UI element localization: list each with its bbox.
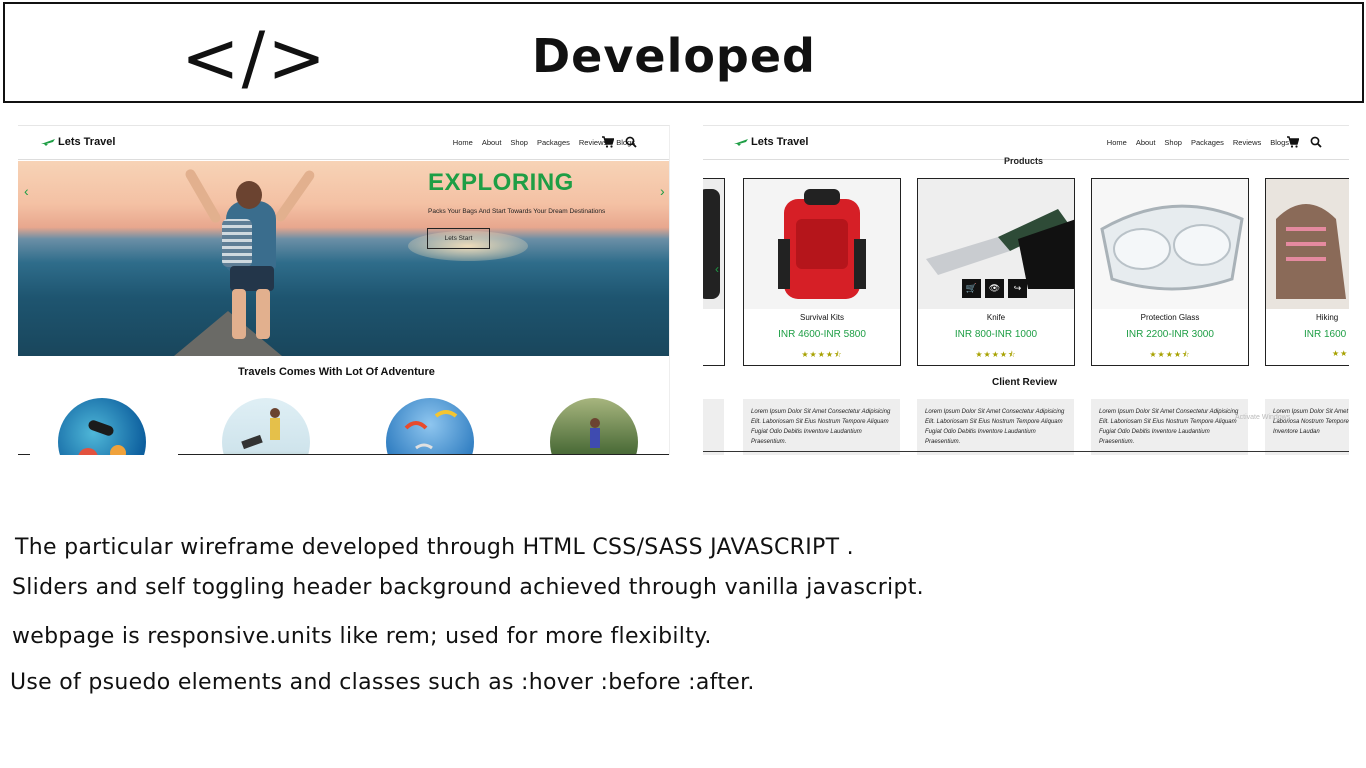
description-line-1: The particular wireframe developed throu… xyxy=(15,535,854,560)
product-card[interactable]: 🛒 👁 ↪ Knife INR 800-INR 1000 ★★★★⯪ xyxy=(917,178,1075,366)
slider-prev-icon[interactable]: ‹ xyxy=(24,183,29,199)
activate-windows-watermark: Activate Windows xyxy=(1235,414,1291,421)
share-icon[interactable]: ↪ xyxy=(1008,279,1027,298)
product-slider-prev-icon[interactable]: ‹ xyxy=(715,262,719,276)
client-review-title: Client Review xyxy=(992,377,1058,388)
slider-next-icon[interactable]: › xyxy=(660,183,665,199)
nav-about[interactable]: About xyxy=(482,138,502,147)
product-card[interactable] xyxy=(703,178,725,366)
main-nav: Home About Shop Packages Reviews Blogs xyxy=(1107,138,1289,147)
review-card: Lorem Ipsum Dolor Sit Amet Consectetur A… xyxy=(743,399,900,455)
product-rating: ★★★★⯪ xyxy=(801,350,843,359)
hero-title: EXPLORING xyxy=(428,169,574,196)
product-price: INR 4600-INR 5800 xyxy=(778,329,866,340)
product-image: 🛒 👁 ↪ xyxy=(918,179,1074,309)
product-name: Knife xyxy=(986,313,1006,322)
plane-icon xyxy=(734,139,748,146)
view-icon[interactable]: 👁 xyxy=(985,279,1004,298)
description-line-4: Use of psuedo elements and classes such … xyxy=(10,670,755,695)
cart-icon[interactable] xyxy=(1287,136,1299,148)
product-price: INR 800-INR 1000 xyxy=(954,329,1038,340)
hero-slider: ‹ › EXPLORING Packs Your Bags And Start … xyxy=(18,161,669,356)
lets-start-button[interactable]: Lets Start xyxy=(427,228,490,249)
product-card[interactable]: Hiking INR 1600 ★★ xyxy=(1265,178,1349,366)
product-rating: ★★ xyxy=(1332,349,1349,358)
product-rating: ★★★★⯪ xyxy=(1149,350,1191,359)
nav-home[interactable]: Home xyxy=(1107,138,1127,147)
cliff-jump-image[interactable] xyxy=(222,398,310,455)
product-image xyxy=(1092,179,1248,309)
site-logo-text: Lets Travel xyxy=(751,136,809,148)
shop-screenshot: Lets Travel Home About Shop Packages Rev… xyxy=(703,125,1349,455)
code-icon: </> xyxy=(181,17,328,99)
description-line-2: Sliders and self toggling header backgro… xyxy=(12,575,924,600)
review-card: Lorem Ipsum Dolor Sit Amet Consectetur A… xyxy=(917,399,1074,455)
nav-reviews[interactable]: Reviews xyxy=(1233,138,1261,147)
review-card: Lorem Ipsum Dolor Sit Amet Consectetur A… xyxy=(1091,399,1248,455)
product-name: Protection Glass xyxy=(1140,313,1200,322)
product-card[interactable]: Survival Kits INR 4600-INR 5800 ★★★★⯪ xyxy=(743,178,901,366)
site-logo[interactable]: Lets Travel xyxy=(733,136,808,148)
description-line-3: webpage is responsive.units like rem; us… xyxy=(12,624,712,649)
cart-icon[interactable] xyxy=(602,136,614,148)
site-header: Lets Travel Home About Shop Packages Rev… xyxy=(18,126,669,160)
product-actions: 🛒 👁 ↪ xyxy=(962,279,1027,298)
homepage-screenshot: Lets Travel Home About Shop Packages Rev… xyxy=(18,125,670,455)
hiking-image[interactable] xyxy=(550,398,638,455)
product-image xyxy=(1266,179,1349,309)
pier-image xyxy=(168,311,288,356)
product-name: Survival Kits xyxy=(799,313,844,322)
product-price: INR 2200-INR 3000 xyxy=(1126,329,1214,340)
review-card: Lorem Ipsum Dolor Sit Amet Adipisicing E… xyxy=(1265,399,1349,455)
search-icon[interactable] xyxy=(625,136,637,148)
scuba-diving-image[interactable] xyxy=(58,398,146,455)
nav-packages[interactable]: Packages xyxy=(537,138,570,147)
hero-subtitle: Packs Your Bags And Start Towards Your D… xyxy=(428,208,606,215)
site-logo[interactable]: Lets Travel xyxy=(40,136,115,148)
product-image xyxy=(703,179,724,309)
nav-shop[interactable]: Shop xyxy=(1164,138,1182,147)
site-logo-text: Lets Travel xyxy=(58,136,116,148)
title-banner: </> Developed xyxy=(3,2,1364,103)
adventure-section-title: Travels Comes With Lot Of Adventure xyxy=(238,366,435,378)
product-rating: ★★★★⯪ xyxy=(975,350,1017,359)
add-to-cart-icon[interactable]: 🛒 xyxy=(962,279,981,298)
nav-about[interactable]: About xyxy=(1136,138,1156,147)
products-section-title: Products xyxy=(1004,156,1044,166)
nav-packages[interactable]: Packages xyxy=(1191,138,1224,147)
paragliding-image[interactable] xyxy=(386,398,474,455)
review-card xyxy=(703,399,724,455)
product-price: INR 1600 xyxy=(1304,329,1347,340)
plane-icon xyxy=(41,139,55,146)
page-title: Developed xyxy=(532,29,816,83)
search-icon[interactable] xyxy=(1310,136,1322,148)
nav-home[interactable]: Home xyxy=(453,138,473,147)
nav-shop[interactable]: Shop xyxy=(510,138,528,147)
site-header: Lets Travel Home About Shop Packages Rev… xyxy=(703,126,1349,160)
product-card[interactable]: Protection Glass INR 2200-INR 3000 ★★★★⯪ xyxy=(1091,178,1249,366)
product-image xyxy=(744,179,900,309)
product-name: Hiking xyxy=(1316,313,1339,322)
